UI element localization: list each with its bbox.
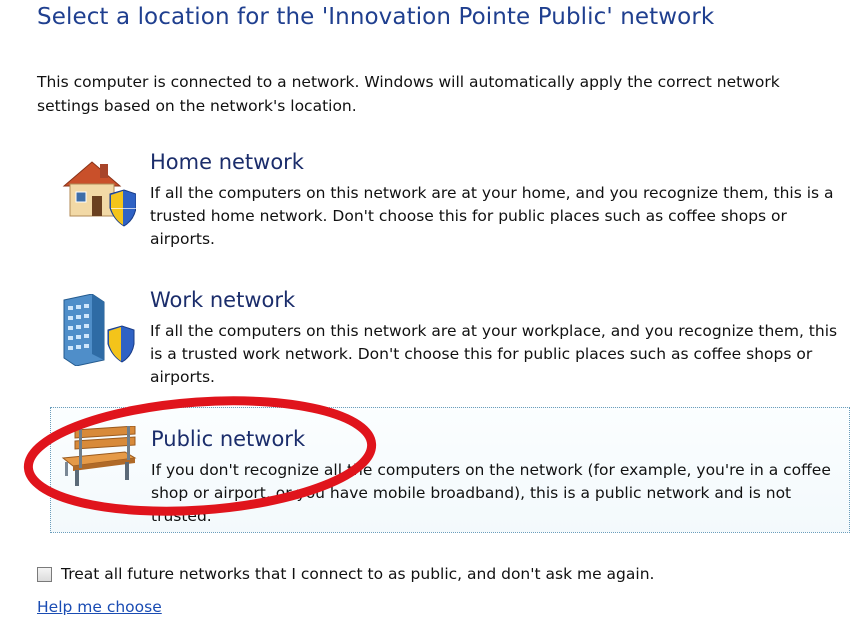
help-me-choose-link[interactable]: Help me choose (37, 598, 162, 616)
park-bench-icon (59, 425, 137, 498)
option-title: Work network (150, 288, 296, 312)
network-location-dialog: Select a location for the 'Innovation Po… (0, 0, 854, 623)
option-home-network[interactable]: Home network If all the computers on thi… (50, 150, 850, 275)
treat-all-public-checkbox-row[interactable]: Treat all future networks that I connect… (37, 562, 654, 586)
option-public-network[interactable]: Public network If you don't recognize al… (50, 407, 850, 533)
treat-all-public-label: Treat all future networks that I connect… (61, 565, 655, 583)
treat-all-public-checkbox[interactable] (37, 566, 52, 582)
option-title: Home network (150, 150, 304, 174)
option-title: Public network (151, 427, 306, 451)
option-work-network[interactable]: Work network If all the computers on thi… (50, 288, 850, 413)
dialog-title: Select a location for the 'Innovation Po… (37, 4, 715, 30)
option-description: If all the computers on this network are… (150, 184, 834, 248)
house-shield-icon (58, 156, 137, 228)
intro-text: This computer is connected to a network.… (37, 73, 780, 115)
option-description: If all the computers on this network are… (150, 322, 838, 386)
option-description: If you don't recognize all the computers… (151, 461, 831, 525)
office-building-shield-icon (58, 293, 136, 367)
